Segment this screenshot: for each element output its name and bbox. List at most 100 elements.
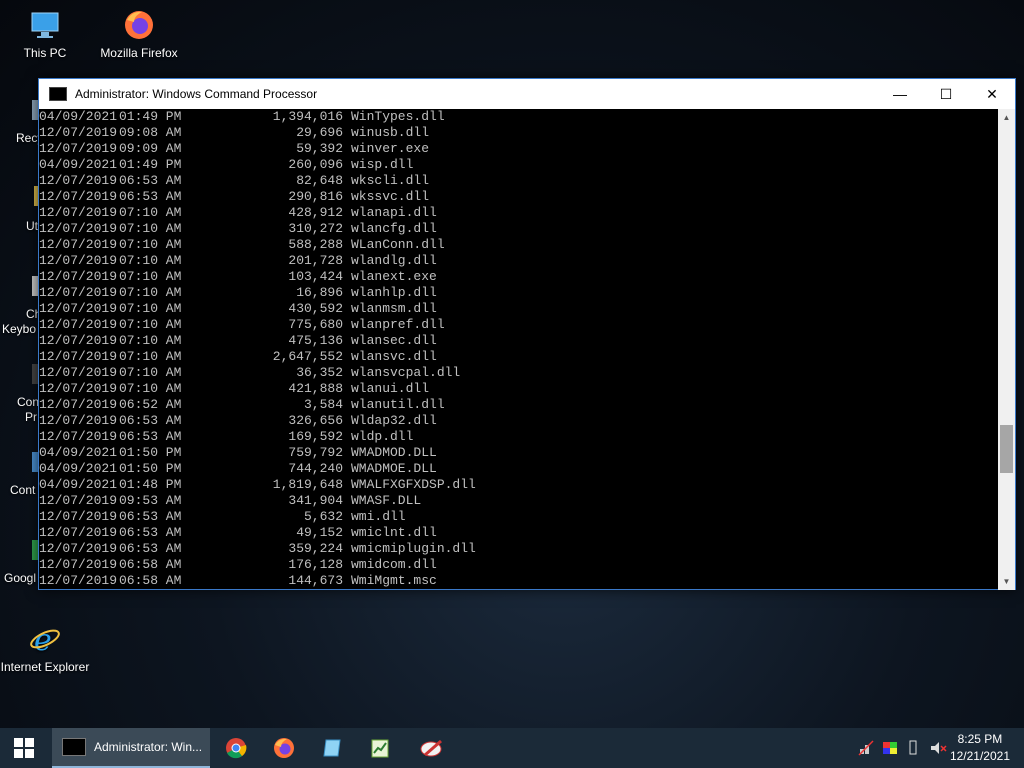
console-filename: wmicmiplugin.dll [351,541,476,556]
taskbar-item-label: Administrator: Win... [94,740,203,754]
maximize-button[interactable]: ☐ [923,79,969,109]
desktop-label-partial: Googl [4,571,37,585]
console-size: 475,136 [288,333,343,348]
console-size: 759,792 [288,445,343,460]
volume-muted-icon[interactable] [930,740,948,756]
console-filename: wkscli.dll [351,173,430,188]
taskbar-spreadsheet[interactable] [362,728,398,768]
desktop-icon-label: Mozilla Firefox [100,46,178,60]
desktop-label-partial: Ut [26,219,38,233]
console-size: 29,696 [296,125,343,140]
taskbar-item-command-prompt[interactable]: Administrator: Win... [52,728,210,768]
console-date: 12/07/2019 [39,189,118,204]
console-filename: wlanui.dll [351,381,430,396]
console-size: 169,592 [288,429,343,444]
console-time: 07:10 AM [119,349,182,364]
taskbar-firefox[interactable] [266,728,302,768]
console-date: 12/07/2019 [39,205,118,220]
network-tray-icon[interactable] [858,740,874,756]
console-size: 341,904 [288,493,343,508]
console-task-icon [62,738,86,756]
console-time: 01:49 PM [119,109,182,124]
desktop-icon-internet-explorer[interactable]: e Internet Explorer [0,622,90,674]
console-date: 12/07/2019 [39,125,118,140]
console-line: 12/07/2019 06:58 AM 144,673 WmiMgmt.msc [39,573,1000,589]
console-date: 12/07/2019 [39,285,118,300]
console-size: 326,656 [288,413,343,428]
console-date: 12/07/2019 [39,509,118,524]
console-date: 12/07/2019 [39,141,118,156]
usb-tray-icon[interactable] [906,740,920,756]
console-size: 260,096 [288,157,343,172]
console-line: 12/07/2019 07:10 AM 430,592 wlanmsm.dll [39,301,1000,317]
console-line: 12/07/2019 07:10 AM 775,680 wlanpref.dll [39,317,1000,333]
console-time: 06:53 AM [119,509,182,524]
console-filename: wlanapi.dll [351,205,437,220]
console-line: 12/07/2019 06:53 AM 82,648 wkscli.dll [39,173,1000,189]
console-line: 12/07/2019 07:10 AM 421,888 wlanui.dll [39,381,1000,397]
taskbar-clock[interactable]: 8:25 PM 12/21/2021 [950,731,1010,765]
taskbar-chrome[interactable] [218,728,254,768]
console-line: 12/07/2019 07:10 AM 310,272 wlancfg.dll [39,221,1000,237]
console-time: 06:53 AM [119,541,182,556]
console-date: 12/07/2019 [39,301,118,316]
console-filename: WLanConn.dll [351,237,445,252]
console-line: 12/07/2019 07:10 AM 201,728 wlandlg.dll [39,253,1000,269]
console-date: 12/07/2019 [39,253,118,268]
console-filename: wmiclnt.dll [351,525,437,540]
console-time: 06:58 AM [119,557,182,572]
minimize-button[interactable]: — [877,79,923,109]
console-time: 06:52 AM [119,397,182,412]
console-line: 12/07/2019 07:10 AM 428,912 wlanapi.dll [39,205,1000,221]
console-filename: wlanext.exe [351,269,437,284]
console-filename: wlansvcpal.dll [351,365,461,380]
scroll-down-icon[interactable]: ▼ [998,573,1015,590]
console-line: 04/09/2021 01:49 PM 260,096 wisp.dll [39,157,1000,173]
svg-text:e: e [34,623,52,656]
console-size: 103,424 [288,269,343,284]
console-output[interactable]: 04/09/2021 01:49 PM 1,394,016 WinTypes.dll 1… [39,109,1000,590]
console-size: 775,680 [288,317,343,332]
console-time: 09:08 AM [119,125,182,140]
vertical-scrollbar[interactable]: ▲ ▼ [998,109,1015,590]
console-filename: wlansec.dll [351,333,437,348]
console-line: 12/07/2019 06:53 AM 290,816 wkssvc.dll [39,189,1000,205]
console-date: 04/09/2021 [39,461,118,476]
console-filename: wlancfg.dll [351,221,437,236]
desktop-label-partial: Con [17,395,40,409]
close-button[interactable]: ✕ [969,79,1015,109]
console-size: 1,394,016 [272,109,343,124]
taskbar-paint[interactable] [412,728,452,768]
console-date: 12/07/2019 [39,349,118,364]
console-size: 3,584 [303,397,343,412]
taskbar-notepad[interactable] [314,728,350,768]
desktop-label-partial: Keybo [2,322,37,336]
console-time: 06:53 AM [119,189,182,204]
chrome-icon [226,738,247,759]
console-time: 07:10 AM [119,381,182,396]
console-date: 12/07/2019 [39,221,118,236]
console-date: 12/07/2019 [39,493,118,508]
console-line: 12/07/2019 06:52 AM 3,584 wlanutil.dll [39,397,1000,413]
console-time: 07:10 AM [119,237,182,252]
display-tray-icon[interactable] [882,740,898,756]
console-size: 201,728 [288,253,343,268]
start-button[interactable] [0,728,48,768]
console-time: 06:58 AM [119,573,182,588]
desktop-icon-label: This PC [23,46,67,60]
scroll-up-icon[interactable]: ▲ [998,109,1015,126]
desktop-icon-this-pc[interactable]: This PC [0,8,90,60]
window-titlebar[interactable]: Administrator: Windows Command Processor… [39,79,1015,109]
console-time: 01:49 PM [119,157,182,172]
console-date: 12/07/2019 [39,541,118,556]
scrollbar-thumb[interactable] [1000,425,1013,474]
console-filename: wlanhlp.dll [351,285,437,300]
console-date: 12/07/2019 [39,365,118,380]
console-line: 12/07/2019 09:08 AM 29,696 winusb.dll [39,125,1000,141]
console-line: 04/09/2021 01:50 PM 759,792 WMADMOD.DLL [39,445,1000,461]
console-filename: WMASF.DLL [351,493,422,508]
console-time: 06:53 AM [119,173,182,188]
desktop-icon-firefox[interactable]: Mozilla Firefox [94,8,184,60]
command-prompt-window[interactable]: Administrator: Windows Command Processor… [38,78,1016,590]
console-size: 588,288 [288,237,343,252]
